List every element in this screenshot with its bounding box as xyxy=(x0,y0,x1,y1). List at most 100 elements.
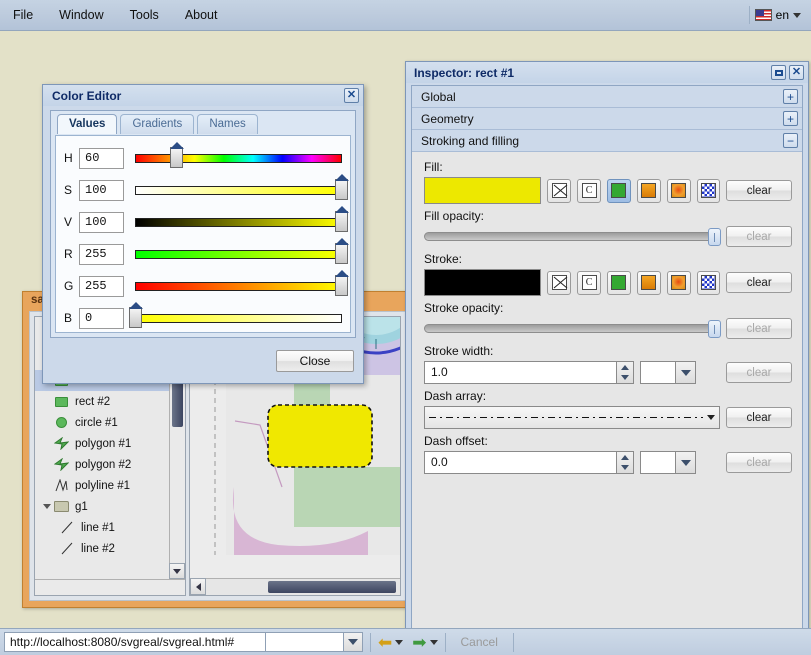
linear-gradient-paint-button[interactable] xyxy=(636,178,661,203)
url-history-select[interactable] xyxy=(266,632,363,652)
slider-thumb[interactable] xyxy=(708,228,721,246)
stroke-width-stepper[interactable] xyxy=(616,362,633,383)
channel-input-v[interactable]: 100 xyxy=(79,211,124,233)
tree-item-line-2[interactable]: line #2 xyxy=(35,538,169,559)
menu-item-tools[interactable]: Tools xyxy=(119,5,170,25)
slider-thumb[interactable] xyxy=(335,174,349,200)
canvas-horizontal-scrollbar[interactable] xyxy=(190,578,400,595)
tab-gradients[interactable]: Gradients xyxy=(120,114,195,134)
section-header-stroking-and-filling[interactable]: Stroking and filling − xyxy=(412,130,802,152)
language-label: en xyxy=(775,8,789,22)
tree-item-polygon-2[interactable]: polygon #2 xyxy=(35,454,169,475)
current-paint-button[interactable]: C xyxy=(577,178,601,203)
channel-input-r[interactable]: 255 xyxy=(79,243,124,265)
stepper-up-icon[interactable] xyxy=(617,362,633,373)
tree-item-g1[interactable]: g1 xyxy=(35,496,169,517)
dash-offset-clear-button[interactable]: clear xyxy=(726,452,792,473)
dash-offset-unit-select[interactable] xyxy=(640,451,696,474)
chevron-down-icon[interactable] xyxy=(429,639,438,645)
tree-item-rect-2[interactable]: rect #2 xyxy=(35,391,169,412)
none-paint-button[interactable] xyxy=(547,270,572,295)
chevron-down-icon[interactable] xyxy=(707,415,715,420)
section-header-global[interactable]: Global + xyxy=(412,86,802,108)
chevron-down-icon[interactable] xyxy=(395,639,404,645)
tree-item-circle-1[interactable]: circle #1 xyxy=(35,412,169,433)
close-button[interactable]: Close xyxy=(276,350,354,372)
tree-item-label: line #2 xyxy=(81,542,115,555)
stroke-width-unit-select[interactable] xyxy=(640,361,696,384)
stepper-down-icon[interactable] xyxy=(617,373,633,384)
tree-item-label: polygon #2 xyxy=(75,458,132,471)
dash-array-select[interactable] xyxy=(424,406,720,429)
menu-item-file[interactable]: File xyxy=(2,5,44,25)
radial-gradient-paint-button[interactable] xyxy=(666,270,691,295)
stroke-opacity-slider[interactable] xyxy=(424,320,721,338)
fill-color-swatch[interactable] xyxy=(424,177,542,204)
section-header-geometry[interactable]: Geometry + xyxy=(412,108,802,130)
tab-names[interactable]: Names xyxy=(197,114,258,134)
none-paint-button[interactable] xyxy=(547,178,572,203)
language-selector[interactable]: en xyxy=(754,8,811,22)
slider-thumb[interactable] xyxy=(169,142,184,168)
linear-gradient-paint-button[interactable] xyxy=(636,270,661,295)
chevron-down-icon[interactable] xyxy=(343,633,362,651)
expand-toggle-icon[interactable]: + xyxy=(783,111,798,126)
solid-paint-button[interactable] xyxy=(606,270,631,295)
channel-input-b[interactable]: 0 xyxy=(79,307,124,329)
channel-slider-b[interactable] xyxy=(129,302,342,329)
chevron-down-icon[interactable] xyxy=(675,362,695,383)
stroke-opacity-clear-button[interactable]: clear xyxy=(726,318,792,339)
channel-input-h[interactable]: 60 xyxy=(79,147,124,169)
tree-item-polyline-1[interactable]: polyline #1 xyxy=(35,475,169,496)
dash-offset-stepper[interactable] xyxy=(616,452,633,473)
fill-clear-button[interactable]: clear xyxy=(726,180,792,201)
chevron-down-icon[interactable] xyxy=(675,452,695,473)
stepper-up-icon[interactable] xyxy=(617,452,633,463)
pattern-paint-button[interactable] xyxy=(696,178,721,203)
current-paint-button[interactable]: C xyxy=(577,270,601,295)
restore-icon[interactable] xyxy=(771,65,786,80)
close-icon[interactable]: ✕ xyxy=(789,65,804,80)
scroll-down-button[interactable] xyxy=(169,563,185,579)
channel-slider-v[interactable] xyxy=(135,206,349,233)
dash-array-clear-button[interactable]: clear xyxy=(726,407,792,428)
collapse-toggle-icon[interactable]: − xyxy=(783,133,798,148)
fill-opacity-slider[interactable] xyxy=(424,228,721,246)
fill-opacity-clear-button[interactable]: clear xyxy=(726,226,792,247)
tree-item-polygon-1[interactable]: polygon #1 xyxy=(35,433,169,454)
stroke-width-clear-button[interactable]: clear xyxy=(726,362,792,383)
slider-thumb[interactable] xyxy=(129,302,143,328)
back-button[interactable]: ⬅ xyxy=(378,634,404,651)
stroke-width-input[interactable]: 1.0 xyxy=(424,361,634,384)
solid-paint-button[interactable] xyxy=(606,178,631,203)
channel-input-s[interactable]: 100 xyxy=(79,179,124,201)
channel-slider-s[interactable] xyxy=(135,174,349,201)
tree-item-line-1[interactable]: line #1 xyxy=(35,517,169,538)
expand-toggle-icon[interactable]: + xyxy=(783,89,798,104)
tab-values[interactable]: Values xyxy=(57,114,118,134)
tree-twisty-expanded[interactable] xyxy=(41,504,53,509)
slider-thumb[interactable] xyxy=(335,270,349,296)
menu-item-about[interactable]: About xyxy=(174,5,229,25)
menu-item-window[interactable]: Window xyxy=(48,5,114,25)
scrollbar-thumb[interactable] xyxy=(268,581,396,593)
channel-slider-h[interactable] xyxy=(135,142,342,169)
tree-horizontal-scrollbar[interactable] xyxy=(35,579,185,595)
slider-thumb[interactable] xyxy=(335,238,349,264)
pattern-paint-button[interactable] xyxy=(696,270,721,295)
stepper-down-icon[interactable] xyxy=(617,463,633,474)
slider-thumb[interactable] xyxy=(335,206,349,232)
slider-thumb[interactable] xyxy=(708,320,721,338)
close-icon[interactable]: ✕ xyxy=(344,88,359,103)
channel-slider-r[interactable] xyxy=(135,238,349,265)
cancel-button[interactable]: Cancel xyxy=(453,635,506,649)
stroke-clear-button[interactable]: clear xyxy=(726,272,792,293)
url-input[interactable]: http://localhost:8080/svgreal/svgreal.ht… xyxy=(4,632,266,652)
scroll-left-button[interactable] xyxy=(190,578,206,595)
dash-offset-input[interactable]: 0.0 xyxy=(424,451,634,474)
forward-button[interactable]: ➡ xyxy=(412,634,438,651)
radial-gradient-paint-button[interactable] xyxy=(666,178,691,203)
channel-input-g[interactable]: 255 xyxy=(79,275,124,297)
stroke-color-swatch[interactable] xyxy=(424,269,542,296)
channel-slider-g[interactable] xyxy=(135,270,349,297)
